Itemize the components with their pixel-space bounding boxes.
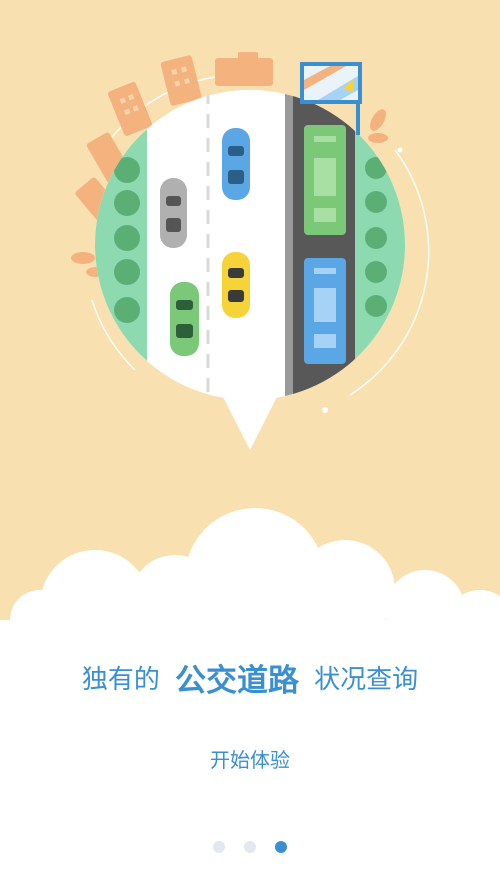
start-button[interactable]: 开始体验 [175,740,325,780]
headline-suffix: 状况查询 [314,665,419,695]
car-lanes [147,90,285,400]
page-dot-1[interactable] [212,841,225,853]
bus-icon [304,125,346,235]
bubble-tail [222,395,278,450]
headline-emphasis: 公交道路 [175,663,299,699]
leaf-icon [368,133,388,143]
car-icon [160,178,187,248]
headline: 独有的 公交道路 状况查询 [0,655,500,700]
page-dot-3[interactable] [275,841,288,853]
headline-prefix: 独有的 [81,665,160,695]
car-icon [222,252,250,318]
building [160,55,202,106]
car-icon [222,128,250,200]
page-dot-2[interactable] [244,841,256,853]
building [215,58,273,86]
leaf-icon [71,252,95,264]
leaf-icon [370,109,386,131]
bus-icon [304,258,346,364]
building [108,82,152,136]
road-scene [95,90,405,400]
bus-lane [285,90,293,400]
page-indicator [0,838,500,857]
building [238,52,258,62]
orbit-dot [322,407,328,413]
car-icon [170,282,199,356]
orbit-dot [397,147,403,153]
